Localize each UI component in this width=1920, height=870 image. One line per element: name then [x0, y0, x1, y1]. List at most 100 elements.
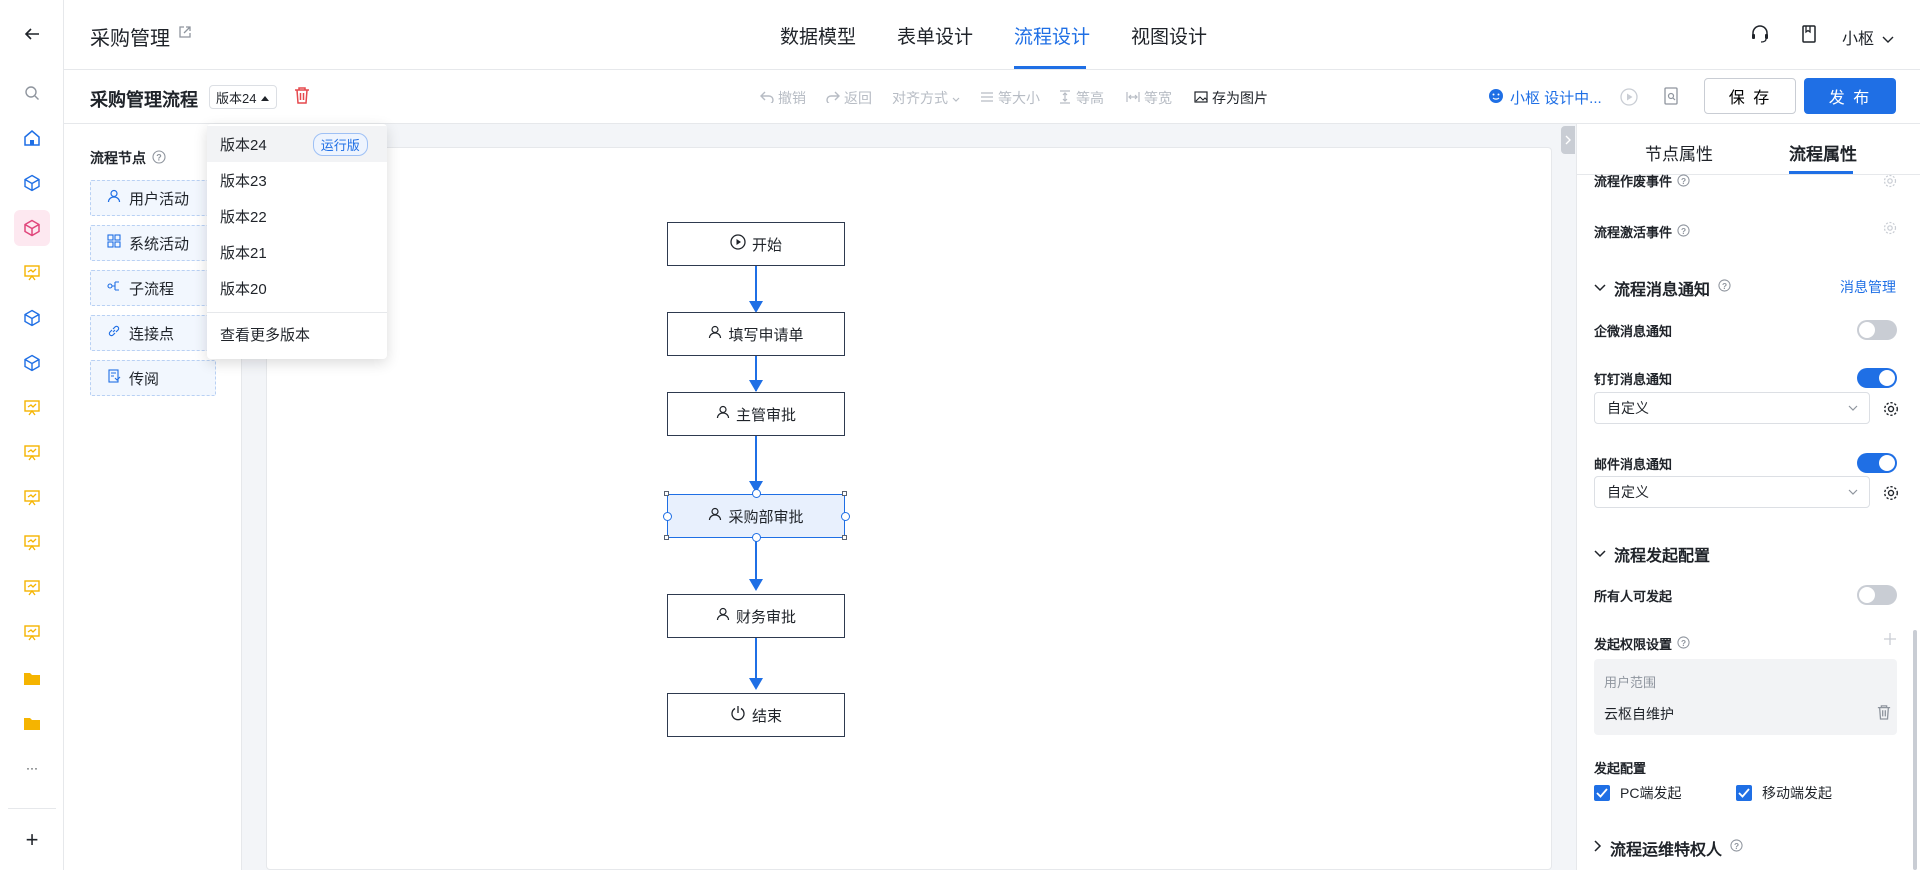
node-palette-system-activity[interactable]: 系统活动: [90, 225, 216, 261]
cube-icon[interactable]: [18, 349, 46, 377]
node-palette-user-activity[interactable]: 用户活动: [90, 180, 216, 216]
folder-icon[interactable]: [18, 664, 46, 692]
equal-height-button[interactable]: 等高: [1058, 88, 1104, 108]
node-palette-subflow[interactable]: 子流程: [90, 270, 216, 306]
message-manage-link[interactable]: 消息管理: [1840, 277, 1896, 297]
trash-icon[interactable]: [1877, 704, 1891, 723]
publish-button[interactable]: 发 布: [1804, 78, 1896, 114]
user-menu[interactable]: 小枢: [1842, 25, 1894, 49]
dingtalk-notify-toggle[interactable]: [1857, 368, 1897, 388]
search-icon[interactable]: [18, 79, 46, 107]
gear-icon[interactable]: [1883, 401, 1899, 420]
help-icon[interactable]: ?: [1730, 839, 1743, 857]
flow-node-fill-application[interactable]: 填写申请单: [667, 312, 845, 356]
flow-node-manager-approval[interactable]: 主管审批: [667, 392, 845, 436]
properties-scrollbar[interactable]: [1913, 630, 1917, 870]
connection-handle-top[interactable]: [752, 489, 761, 498]
app-title: 采购管理: [90, 28, 170, 50]
flow-canvas[interactable]: [266, 147, 1552, 870]
tab-data-model[interactable]: 数据模型: [780, 22, 856, 49]
email-template-select[interactable]: 自定义: [1594, 476, 1870, 508]
resize-handle[interactable]: [664, 491, 669, 496]
mobile-launch-label: 移动端发起: [1762, 785, 1832, 801]
view-more-versions[interactable]: 查看更多版本: [207, 316, 387, 352]
resize-handle[interactable]: [842, 491, 847, 496]
version-option[interactable]: 版本22: [207, 198, 387, 234]
equal-size-button[interactable]: 等大小: [980, 88, 1040, 108]
gear-icon[interactable]: [1883, 174, 1897, 188]
help-icon[interactable]: ?: [1677, 635, 1690, 652]
cube-icon-active[interactable]: [14, 210, 50, 246]
headset-icon[interactable]: [1750, 24, 1770, 47]
node-palette-circulate[interactable]: 传阅: [90, 360, 216, 396]
plus-icon[interactable]: +: [18, 826, 46, 854]
redo-button[interactable]: 返回: [826, 88, 872, 108]
tab-node-properties[interactable]: 节点属性: [1645, 140, 1713, 165]
tab-form-design[interactable]: 表单设计: [897, 22, 973, 49]
chevron-down-icon: [1847, 401, 1859, 417]
folder-icon[interactable]: [18, 709, 46, 737]
undo-button[interactable]: 撤销: [760, 88, 806, 108]
presentation-icon[interactable]: [18, 529, 46, 557]
flow-node-end[interactable]: 结束: [667, 693, 845, 737]
panel-collapse-toggle[interactable]: [1561, 126, 1575, 154]
save-button[interactable]: 保 存: [1704, 78, 1796, 114]
flow-node-purchasing-approval[interactable]: 采购部审批: [667, 494, 845, 538]
launch-config-label: 发起配置: [1594, 761, 1647, 776]
version-selector[interactable]: 版本24: [209, 85, 278, 109]
notify-section-header[interactable]: 流程消息通知 ?: [1594, 276, 1731, 300]
more-icon[interactable]: ···: [18, 754, 46, 782]
gear-icon[interactable]: [1883, 221, 1897, 238]
anyone-can-start-toggle[interactable]: [1857, 585, 1897, 605]
document-icon[interactable]: [1800, 24, 1818, 47]
pc-launch-checkbox[interactable]: PC端发起: [1594, 783, 1681, 803]
presentation-icon[interactable]: [18, 619, 46, 647]
presentation-icon[interactable]: [18, 484, 46, 512]
cube-icon[interactable]: [18, 304, 46, 332]
help-icon[interactable]: ?: [1677, 223, 1690, 240]
gear-icon[interactable]: [1883, 485, 1899, 504]
presentation-icon[interactable]: [18, 574, 46, 602]
help-icon[interactable]: ?: [152, 149, 166, 167]
presentation-icon[interactable]: [18, 439, 46, 467]
save-as-image-button[interactable]: 存为图片: [1194, 88, 1268, 108]
home-icon[interactable]: [18, 124, 46, 152]
email-notify-toggle[interactable]: [1857, 453, 1897, 473]
help-icon[interactable]: ?: [1718, 279, 1731, 297]
help-icon[interactable]: ?: [1677, 174, 1690, 190]
back-arrow-icon[interactable]: [18, 20, 46, 48]
presentation-icon[interactable]: [18, 259, 46, 287]
version-option[interactable]: 版本24 运行版: [207, 126, 387, 162]
node-palette-connector[interactable]: 连接点: [90, 315, 216, 351]
add-permission-icon[interactable]: [1883, 630, 1897, 651]
run-icon[interactable]: [1620, 88, 1638, 109]
wecom-notify-toggle[interactable]: [1857, 320, 1897, 340]
tab-flow-properties[interactable]: 流程属性: [1789, 140, 1857, 165]
connection-handle-bottom[interactable]: [752, 533, 761, 542]
ai-assistant-status[interactable]: 小枢 设计中...: [1488, 87, 1602, 108]
version-option[interactable]: 版本21: [207, 234, 387, 270]
version-option[interactable]: 版本23: [207, 162, 387, 198]
delete-version-icon[interactable]: [294, 86, 310, 107]
mobile-launch-checkbox[interactable]: 移动端发起: [1736, 783, 1832, 803]
flow-connector[interactable]: [755, 637, 757, 684]
resize-handle[interactable]: [842, 535, 847, 540]
flow-node-finance-approval[interactable]: 财务审批: [667, 594, 845, 638]
flow-node-start[interactable]: 开始: [667, 222, 845, 266]
align-dropdown[interactable]: 对齐方式: [892, 88, 960, 108]
start-config-section-header[interactable]: 流程发起配置: [1594, 542, 1710, 566]
cube-icon[interactable]: [18, 169, 46, 197]
presentation-icon[interactable]: [18, 394, 46, 422]
ops-privilege-section-header[interactable]: 流程运维特权人 ?: [1594, 836, 1743, 860]
connection-handle-right[interactable]: [841, 512, 850, 521]
tab-flow-design[interactable]: 流程设计: [1014, 22, 1090, 49]
equal-width-button[interactable]: 等宽: [1126, 88, 1172, 108]
resize-handle[interactable]: [664, 535, 669, 540]
tab-view-design[interactable]: 视图设计: [1131, 22, 1207, 49]
preview-doc-icon[interactable]: [1663, 86, 1679, 109]
flow-node-label: 主管审批: [735, 406, 796, 424]
version-option[interactable]: 版本20: [207, 270, 387, 306]
dingtalk-template-select[interactable]: 自定义: [1594, 392, 1870, 424]
external-link-icon[interactable]: [178, 25, 192, 42]
connection-handle-left[interactable]: [663, 512, 672, 521]
